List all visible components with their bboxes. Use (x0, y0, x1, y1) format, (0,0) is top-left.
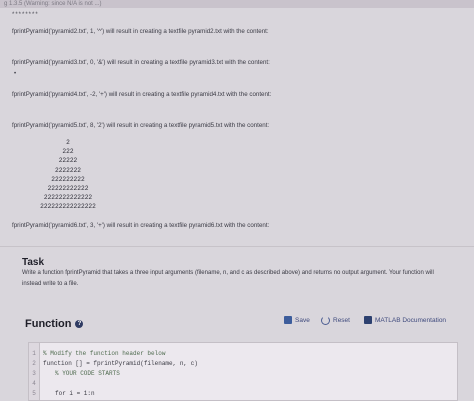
save-button[interactable]: Save (284, 316, 310, 324)
code-line[interactable]: 4 (29, 379, 459, 389)
pyramid-row: 2222222 (55, 166, 81, 174)
stars-text: ******** (12, 12, 39, 18)
pyramid-row: 222222222222222 (40, 203, 96, 211)
function-heading: Function ? (25, 318, 84, 330)
pyramid-output: 2 222 22222 2222222 222222222 2222222222… (18, 138, 118, 212)
documentation-icon (364, 316, 372, 324)
reset-icon (321, 316, 330, 325)
line-number: 1 (32, 350, 36, 357)
task-description: Write a function fprintPyramid that take… (22, 270, 434, 287)
code-text: for i = 1:n (55, 390, 95, 397)
code-line[interactable]: 5 for i = 1:n (29, 389, 459, 399)
example-line-2: fprintPyramid('pyramid3.txt', 0, '&') wi… (12, 59, 270, 66)
code-line[interactable]: 2 function [] = fprintPyramid(filename, n… (29, 359, 459, 369)
pyramid-row: 2 (66, 139, 70, 146)
pyramid-row: 22222 (58, 157, 78, 165)
line-number: 5 (32, 390, 36, 397)
documentation-label: MATLAB Documentation (375, 316, 447, 324)
code-line[interactable]: 3 % YOUR CODE STARTS (29, 369, 459, 379)
example-line-5: fprintPyramid('pyramid6.txt', 3, '+') wi… (12, 222, 270, 229)
code-text: % YOUR CODE STARTS (55, 370, 120, 377)
code-line[interactable]: 1 % Modify the function header below (29, 349, 459, 359)
line-number: 2 (32, 360, 36, 367)
save-label: Save (295, 316, 310, 324)
save-icon (284, 316, 292, 324)
code-editor[interactable]: 1 % Modify the function header below 2 fun… (28, 342, 458, 401)
line-number: 4 (32, 380, 36, 387)
bullet-dot: • (14, 71, 17, 77)
example-line-4: fprintPyramid('pyramid5.txt', 8, '2') wi… (12, 122, 270, 129)
pyramid-row: 222222222 (51, 175, 85, 183)
pyramid-row: 222 (62, 148, 74, 156)
pyramid-row: 2222222222222 (43, 194, 93, 202)
reset-button[interactable]: Reset (321, 316, 350, 325)
code-text: function [] = fprintPyramid(filename, n,… (43, 360, 198, 367)
reset-label: Reset (333, 317, 350, 324)
code-text: % Modify the function header below (43, 350, 166, 357)
section-divider (0, 246, 474, 247)
example-line-3: fprintPyramid('pyramid4.txt', -2, '+') w… (12, 91, 272, 98)
line-number: 3 (32, 370, 36, 377)
function-title: Function (25, 318, 72, 330)
info-icon[interactable]: ? (75, 320, 84, 328)
pyramid-row: 22222222222 (47, 184, 89, 192)
matlab-documentation-link[interactable]: MATLAB Documentation (364, 316, 446, 324)
task-heading: Task (22, 257, 45, 268)
top-bar: g 1.3.5 (Warning: since N/A is not ...) (0, 0, 474, 8)
example-line-1: fprintPyramid('pyramid2.txt', 1, '^') wi… (12, 28, 269, 35)
